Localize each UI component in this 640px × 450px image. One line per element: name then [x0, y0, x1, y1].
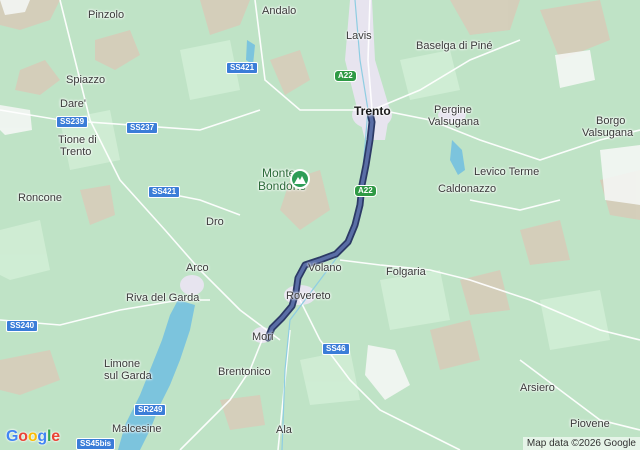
logo-letter-o1: o	[18, 428, 28, 445]
shield-ss421-top: SS421	[226, 62, 259, 74]
label-brentonico[interactable]: Brentonico	[218, 366, 271, 378]
label-spiazzo[interactable]: Spiazzo	[66, 74, 105, 86]
label-mori[interactable]: Mori	[252, 331, 273, 343]
label-pergine-2[interactable]: Valsugana	[428, 116, 479, 128]
map-canvas[interactable]: Pinzolo Andalo Lavis Baselga di Piné Spi…	[0, 0, 640, 450]
label-malcesine[interactable]: Malcesine	[112, 423, 162, 435]
shield-a22-mid: A22	[354, 185, 377, 197]
shield-ss421-mid: SS421	[148, 186, 181, 198]
logo-letter-e: e	[51, 428, 60, 445]
label-folgaria[interactable]: Folgaria	[386, 266, 426, 278]
label-dare[interactable]: Dare'	[60, 98, 86, 110]
label-borgo-2[interactable]: Valsugana	[582, 127, 633, 139]
mountain-peak-glyph	[294, 176, 306, 184]
label-piovene[interactable]: Piovene	[570, 418, 610, 430]
label-arsiero[interactable]: Arsiero	[520, 382, 555, 394]
label-caldonazzo[interactable]: Caldonazzo	[438, 183, 496, 195]
label-levico[interactable]: Levico Terme	[474, 166, 539, 178]
label-borgo-1[interactable]: Borgo	[596, 115, 625, 127]
shield-ss239: SS239	[56, 116, 89, 128]
label-trento[interactable]: Trento	[354, 105, 391, 117]
lake-caldonazzo	[450, 140, 465, 175]
label-ala[interactable]: Ala	[276, 424, 292, 436]
map-attribution[interactable]: Map data ©2026 Google	[522, 437, 640, 450]
shield-sr249: SR249	[134, 404, 167, 416]
label-pergine-1[interactable]: Pergine	[434, 104, 472, 116]
shield-ss240: SS240	[6, 320, 39, 332]
shield-a22-top: A22	[334, 70, 357, 82]
logo-letter-o2: o	[27, 428, 38, 445]
label-pinzolo[interactable]: Pinzolo	[88, 9, 124, 21]
route-line-inner	[266, 111, 374, 340]
label-tione-2[interactable]: Trento	[60, 146, 91, 158]
shield-ss237: SS237	[126, 122, 159, 134]
label-arco[interactable]: Arco	[186, 262, 209, 274]
label-andalo[interactable]: Andalo	[262, 5, 296, 17]
label-baselga[interactable]: Baselga di Piné	[416, 40, 492, 52]
shield-ss46: SS46	[322, 343, 350, 355]
logo-letter-g1: G	[6, 428, 19, 445]
label-lavis[interactable]: Lavis	[346, 30, 372, 42]
logo-letter-g2: g	[37, 428, 47, 445]
label-tione-1[interactable]: Tione di	[58, 134, 97, 146]
shield-ss45bis: SS45bis	[76, 438, 116, 450]
label-riva[interactable]: Riva del Garda	[126, 292, 199, 304]
label-roncone[interactable]: Roncone	[18, 192, 62, 204]
label-rovereto[interactable]: Rovereto	[286, 290, 331, 302]
label-limone-1[interactable]: Limone	[104, 358, 140, 370]
label-dro[interactable]: Dro	[206, 216, 224, 228]
google-logo[interactable]: Google	[6, 428, 60, 446]
label-volano[interactable]: Volano	[308, 262, 342, 274]
mountain-peak-icon[interactable]	[290, 169, 310, 189]
label-limone-2[interactable]: sul Garda	[104, 370, 152, 382]
